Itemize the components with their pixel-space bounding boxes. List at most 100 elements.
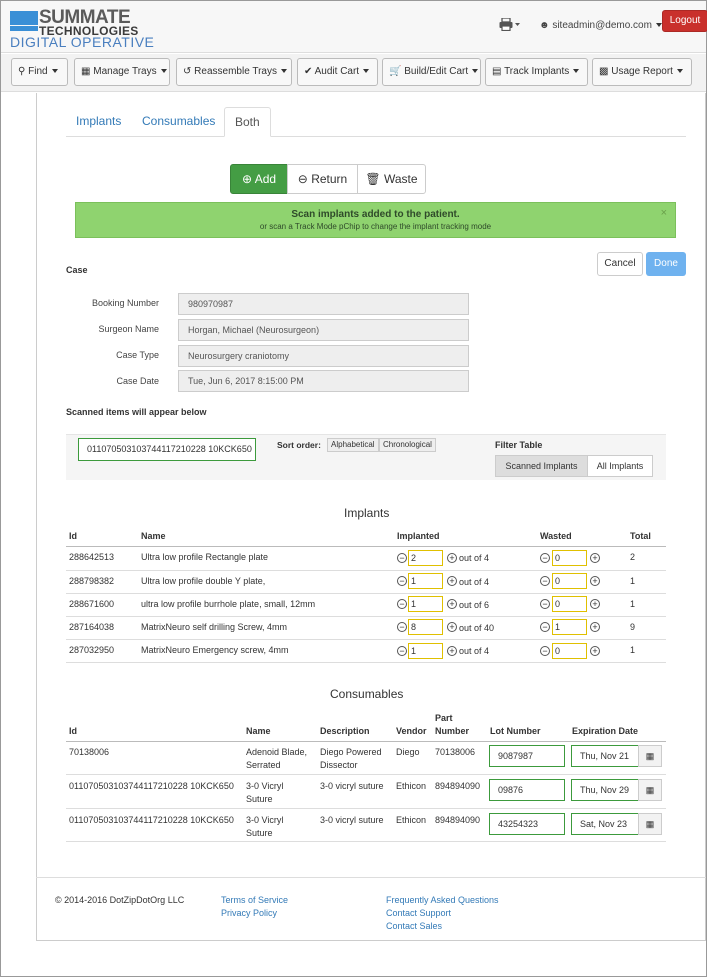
minus-icon[interactable]: − [540,576,550,586]
printer-icon[interactable] [499,17,521,34]
implanted-input[interactable]: 1 [408,643,443,659]
implant-name: MatrixNeuro self drilling Screw, 4mm [141,622,288,632]
done-button[interactable]: Done [646,252,686,276]
plus-icon[interactable]: + [590,553,600,563]
tab-implants[interactable]: Implants [66,107,131,137]
tab-consumables[interactable]: Consumables [132,107,225,137]
implanted-input[interactable]: 1 [408,573,443,589]
plus-icon[interactable]: + [590,646,600,656]
nav-reassemble-trays-button[interactable]: ↺ Reassemble Trays [176,58,292,86]
logout-button[interactable]: Logout [662,10,707,32]
lot-number-input[interactable]: 09876 [489,779,565,801]
minus-icon[interactable]: − [540,553,550,563]
nav-build-edit-cart-button[interactable]: 🛒 Build/Edit Cart [382,58,481,86]
waste-label: Waste [384,172,418,186]
return-button[interactable]: ⊖ Return [287,164,358,194]
expiration-date-input[interactable]: Thu, Nov 21 [571,745,639,767]
calendar-icon[interactable]: ▦ [638,745,662,767]
plus-icon[interactable]: + [447,576,457,586]
nav-track-implants-button[interactable]: ▤ Track Implants [485,58,588,86]
consumable-vendor: Ethicon [396,781,427,791]
wasted-input[interactable]: 0 [552,643,587,659]
minus-icon[interactable]: − [397,622,407,632]
row-divider [66,639,666,640]
calendar-icon[interactable]: ▦ [638,813,662,835]
contact-sales-link[interactable]: Contact Sales [386,921,442,931]
minus-icon[interactable]: − [397,553,407,563]
minus-icon[interactable]: − [397,576,407,586]
chart-icon: ▩ [599,66,609,77]
cancel-button[interactable]: Cancel [597,252,643,276]
booking-number-field: 980970987 [178,293,469,315]
filter-scanned-implants-button[interactable]: Scanned Implants [495,455,588,477]
minus-icon[interactable]: − [397,646,407,656]
implanted-input[interactable]: 2 [408,550,443,566]
sort-alphabetical-button[interactable]: Alphabetical [327,438,379,452]
consumable-id: 011070503103744117210228 10KCK650 [69,815,234,825]
plus-icon[interactable]: + [590,576,600,586]
add-button[interactable]: ⊕ Add [230,164,288,194]
faq-link[interactable]: Frequently Asked Questions [386,895,499,905]
implant-id: 287164038 [69,622,115,632]
terms-link[interactable]: Terms of Service [221,895,288,905]
consumable-name: 3-0 Vicryl [246,781,284,791]
implant-name: Ultra low profile Rectangle plate [141,552,269,562]
nav-audit-cart-button[interactable]: ✔ Audit Cart [297,58,378,86]
col-wasted: Wasted [540,531,572,541]
wasted-input[interactable]: 0 [552,550,587,566]
privacy-link[interactable]: Privacy Policy [221,908,277,918]
add-label: Add [254,172,277,186]
consumable-id: 70138006 [69,747,110,757]
content-border-bottom [36,940,706,941]
plus-icon[interactable]: + [447,599,457,609]
nav-usage-report-button[interactable]: ▩ Usage Report [592,58,692,86]
lot-number-input[interactable]: 43254323 [489,813,565,835]
col-implanted: Implanted [397,531,440,541]
implant-out-of: out of 6 [459,600,490,610]
plus-icon[interactable]: + [590,622,600,632]
plus-icon[interactable]: + [447,622,457,632]
implanted-input[interactable]: 1 [408,596,443,612]
consumable-vendor: Ethicon [396,815,427,825]
expiration-date-input[interactable]: Thu, Nov 29 [571,779,639,801]
waste-button[interactable]: 🗑 Waste [357,164,426,194]
plus-icon[interactable]: + [590,599,600,609]
contact-support-link[interactable]: Contact Support [386,908,451,918]
plus-circle-icon: ⊕ [241,172,253,186]
minus-icon[interactable]: − [540,622,550,632]
col-expiration-date: Expiration Date [572,726,639,736]
implants-title: Implants [344,506,390,520]
consumable-name: Adenoid Blade, [246,747,308,757]
calendar-icon[interactable]: ▦ [638,779,662,801]
chevron-down-icon [160,69,167,74]
chevron-down-icon [676,69,683,74]
minus-icon[interactable]: − [540,646,550,656]
sort-chronological-button[interactable]: Chronological [379,438,436,452]
minus-icon[interactable]: − [397,599,407,609]
close-icon[interactable]: × [661,207,667,219]
nav-find-button[interactable]: ⚲ Find [11,58,68,86]
plus-icon[interactable]: + [447,553,457,563]
chevron-down-icon [573,69,580,74]
undo-icon: ↺ [183,66,192,77]
plus-icon[interactable]: + [447,646,457,656]
brand-tagline: DIGITAL OPERATIVE [10,34,155,50]
nav-manage-trays-button[interactable]: ▦ Manage Trays [74,58,170,86]
implant-name: MatrixNeuro Emergency screw, 4mm [141,645,289,655]
wasted-input[interactable]: 0 [552,596,587,612]
wasted-input[interactable]: 0 [552,573,587,589]
minus-icon[interactable]: − [540,599,550,609]
col-total: Total [630,531,651,541]
consumable-id: 011070503103744117210228 10KCK650 [69,781,234,791]
implant-total: 2 [630,552,636,562]
lot-number-input[interactable]: 9087987 [489,745,565,767]
scan-input[interactable]: 011070503103744117210228 10KCK650 [78,438,256,461]
implanted-input[interactable]: 8 [408,619,443,635]
user-menu[interactable]: ☻ siteadmin@demo.com [539,20,662,31]
expiration-date-input[interactable]: Sat, Nov 23 [571,813,639,835]
filter-all-implants-button[interactable]: All Implants [587,455,653,477]
chevron-down-icon [472,69,479,74]
tab-both[interactable]: Both [224,107,271,137]
wasted-input[interactable]: 1 [552,619,587,635]
nav-label: Audit Cart [314,66,360,77]
